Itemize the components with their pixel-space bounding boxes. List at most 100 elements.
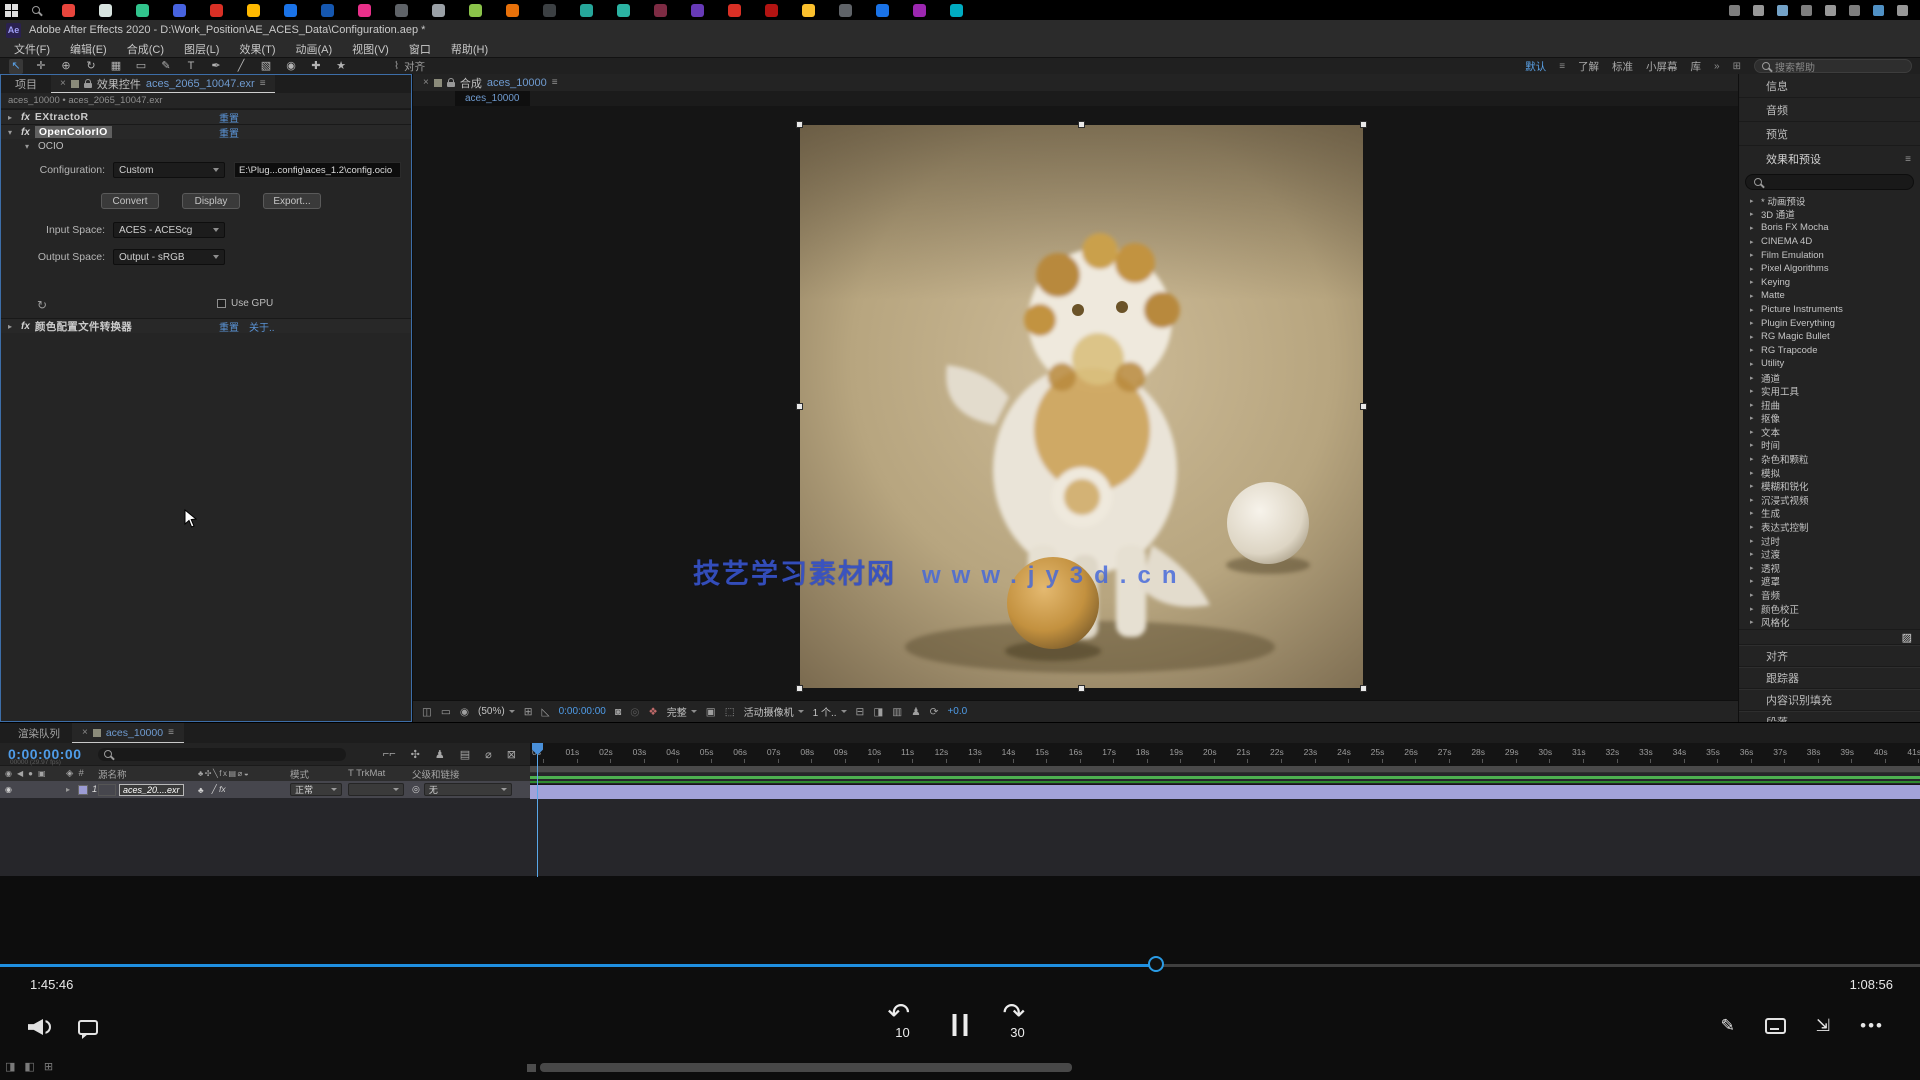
- progress-knob[interactable]: [1148, 956, 1164, 972]
- tool-icon[interactable]: ↖: [9, 59, 23, 74]
- more-options-button[interactable]: •••: [1860, 1016, 1884, 1036]
- target-region-icon[interactable]: ▣: [706, 706, 716, 718]
- taskbar-app-icon[interactable]: [913, 4, 926, 17]
- twirl-icon[interactable]: ▸: [1750, 210, 1756, 218]
- panel-menu-icon[interactable]: ≡: [1905, 154, 1911, 165]
- resolution-dropdown[interactable]: 完整: [667, 704, 697, 719]
- panel-content-aware-fill[interactable]: 内容识别填充: [1739, 689, 1920, 711]
- twirl-icon[interactable]: ▸: [1750, 278, 1756, 286]
- time-ruler[interactable]: 0s01s02s03s04s05s06s07s08s09s10s11s12s13…: [530, 743, 1920, 765]
- twirl-icon[interactable]: ▸: [66, 785, 74, 794]
- effects-category[interactable]: ▸ 透视: [1739, 561, 1920, 575]
- panel-menu-icon[interactable]: ≡: [168, 727, 174, 738]
- taskbar-app-icon[interactable]: [802, 4, 815, 17]
- tab-render-queue[interactable]: 渲染队列: [6, 723, 72, 743]
- effects-category[interactable]: ▸ 颜色校正: [1739, 602, 1920, 616]
- timeline-graph-icon[interactable]: ▥: [892, 706, 902, 718]
- effects-category[interactable]: ▸ RG Magic Bullet: [1739, 330, 1920, 344]
- tray-icon[interactable]: [1849, 5, 1860, 16]
- about-link[interactable]: 关于..: [249, 319, 275, 334]
- taskbar-app-icon[interactable]: [617, 4, 630, 17]
- parent-dropdown[interactable]: 无: [424, 783, 512, 796]
- effects-category[interactable]: ▸ CINEMA 4D: [1739, 235, 1920, 249]
- effects-category[interactable]: ▸ 音频: [1739, 588, 1920, 602]
- horizontal-scrollbar[interactable]: [540, 1063, 1072, 1072]
- tool-icon[interactable]: ✛: [34, 59, 48, 74]
- taskbar-search-icon[interactable]: [32, 1, 40, 19]
- menu-item[interactable]: 帮助(H): [441, 41, 498, 57]
- taskbar-app-icon[interactable]: [247, 4, 260, 17]
- effect-row-color-profile-converter[interactable]: ▸ fx 颜色配置文件转换器 重置 关于..: [1, 318, 411, 333]
- quality-icon[interactable]: ♣: [198, 785, 204, 795]
- output-space-dropdown[interactable]: Output - sRGB: [113, 249, 225, 265]
- panel-effects-presets[interactable]: 效果和预设 ≡: [1739, 146, 1920, 172]
- bottom-toggle-icon[interactable]: ◧: [24, 1060, 34, 1073]
- twirl-icon[interactable]: ▸: [1750, 591, 1756, 599]
- twirl-icon[interactable]: ▸: [1750, 360, 1756, 368]
- region-of-interest-icon[interactable]: ◺: [542, 706, 550, 718]
- viewer-timecode[interactable]: 0:00:00:00: [559, 706, 606, 717]
- effects-category[interactable]: ▸ Picture Instruments: [1739, 303, 1920, 317]
- effects-category[interactable]: ▸ 扭曲: [1739, 398, 1920, 412]
- input-space-dropdown[interactable]: ACES - ACEScg: [113, 222, 225, 238]
- twirl-icon[interactable]: ▸: [1750, 238, 1756, 246]
- menu-item[interactable]: 动画(A): [286, 41, 343, 57]
- exposure-value[interactable]: +0.0: [947, 706, 967, 717]
- close-icon[interactable]: ×: [423, 77, 429, 88]
- twirl-icon[interactable]: ▸: [1750, 605, 1756, 613]
- taskbar-app-icon[interactable]: [173, 4, 186, 17]
- exit-fullscreen-button[interactable]: ⇲: [1816, 1016, 1830, 1036]
- twirl-icon[interactable]: ▸: [1750, 374, 1756, 382]
- twirl-icon[interactable]: ▾: [25, 142, 33, 151]
- tool-icon[interactable]: ✚: [309, 59, 323, 74]
- skip-forward-30-button[interactable]: ↷ 30: [1000, 1006, 1036, 1040]
- tool-icon[interactable]: ▦: [109, 59, 123, 74]
- volume-button[interactable]: [28, 1018, 54, 1036]
- workspace-tab-default[interactable]: 默认: [1525, 59, 1546, 74]
- snapshot-icon[interactable]: ◙: [615, 706, 621, 718]
- twirl-icon[interactable]: ▸: [1750, 496, 1756, 504]
- twirl-icon[interactable]: ▸: [1750, 197, 1756, 205]
- effects-category[interactable]: ▸ 文本: [1739, 425, 1920, 439]
- effects-category[interactable]: ▸ 通道: [1739, 371, 1920, 385]
- skip-back-10-button[interactable]: ↶ 10: [885, 1006, 921, 1040]
- channel-icon[interactable]: ❖: [648, 706, 657, 718]
- layer-row[interactable]: ◉ ▸ 1 aces_20....exr ♣╱ fx 正常: [0, 781, 530, 798]
- menu-item[interactable]: 文件(F): [4, 41, 60, 57]
- tool-icon[interactable]: ✒: [209, 59, 223, 74]
- effects-category[interactable]: ▸ Pixel Algorithms: [1739, 262, 1920, 276]
- effect-row-opencolorio[interactable]: ▾ fx OpenColorIO 重置: [1, 124, 411, 139]
- selection-handle[interactable]: [796, 121, 803, 128]
- twirl-icon[interactable]: ▸: [1750, 306, 1756, 314]
- tab-project[interactable]: 项目: [1, 75, 51, 93]
- layer-color-chip[interactable]: [78, 785, 88, 795]
- convert-button[interactable]: Convert: [101, 193, 159, 209]
- taskbar-app-icon[interactable]: [839, 4, 852, 17]
- taskbar-app-icon[interactable]: [99, 4, 112, 17]
- taskbar-app-icon[interactable]: [765, 4, 778, 17]
- layer-duration-bar[interactable]: [530, 784, 1920, 799]
- work-area-bar[interactable]: [530, 765, 1920, 773]
- configuration-dropdown[interactable]: Custom: [113, 162, 225, 178]
- taskbar-app-icon[interactable]: [728, 4, 741, 17]
- twirl-icon[interactable]: ▸: [1750, 292, 1756, 300]
- pickwhip-icon[interactable]: ◎: [412, 784, 420, 795]
- tool-icon[interactable]: ▧: [259, 59, 273, 74]
- workspace-tab-libraries[interactable]: 库: [1691, 59, 1702, 74]
- column-source-name[interactable]: 源名称: [98, 767, 198, 781]
- mode-dropdown[interactable]: 正常: [290, 783, 342, 796]
- column-parent-link[interactable]: 父级和链接: [412, 767, 530, 781]
- viewer-tab[interactable]: aces_10000: [455, 91, 530, 106]
- effects-category[interactable]: ▸ RG Trapcode: [1739, 344, 1920, 358]
- effects-category[interactable]: ▸ 模糊和锐化: [1739, 479, 1920, 493]
- twirl-icon[interactable]: ▸: [1750, 265, 1756, 273]
- close-icon[interactable]: ×: [60, 78, 66, 89]
- effects-category[interactable]: ▸ Boris FX Mocha: [1739, 221, 1920, 235]
- twirl-icon[interactable]: ▸: [1750, 251, 1756, 259]
- taskbar-app-icon[interactable]: [358, 4, 371, 17]
- twirl-icon[interactable]: ▸: [1750, 618, 1756, 626]
- twirl-icon[interactable]: ▸: [1750, 333, 1756, 341]
- taskbar-app-icon[interactable]: [321, 4, 334, 17]
- trkmat-dropdown[interactable]: [348, 783, 404, 796]
- column-trkmat[interactable]: T TrkMat: [348, 768, 412, 779]
